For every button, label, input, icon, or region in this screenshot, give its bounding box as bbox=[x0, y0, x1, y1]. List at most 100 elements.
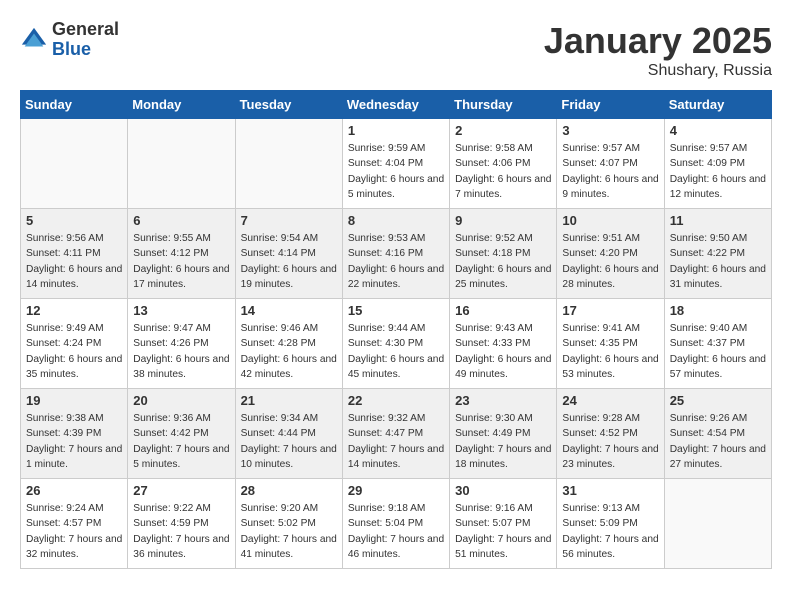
day-number: 4 bbox=[670, 123, 766, 138]
day-info: Sunrise: 9:30 AM Sunset: 4:49 PM Dayligh… bbox=[455, 411, 551, 472]
day-cell: 7 Sunrise: 9:54 AM Sunset: 4:14 PM Daylig… bbox=[235, 209, 342, 299]
day-info: Sunrise: 9:50 AM Sunset: 4:22 PM Dayligh… bbox=[670, 231, 766, 292]
day-cell: 12 Sunrise: 9:49 AM Sunset: 4:24 PM Dayli… bbox=[21, 299, 128, 389]
day-header-tuesday: Tuesday bbox=[235, 91, 342, 119]
calendar-table: SundayMondayTuesdayWednesdayThursdayFrid… bbox=[20, 90, 772, 569]
day-info: Sunrise: 9:52 AM Sunset: 4:18 PM Dayligh… bbox=[455, 231, 551, 292]
day-number: 5 bbox=[26, 213, 122, 228]
day-cell: 10 Sunrise: 9:51 AM Sunset: 4:20 PM Dayli… bbox=[557, 209, 664, 299]
day-info: Sunrise: 9:36 AM Sunset: 4:42 PM Dayligh… bbox=[133, 411, 229, 472]
logo: General Blue bbox=[20, 20, 119, 60]
day-cell: 29Sunrise: 9:18 AM Sunset: 5:04 PM Dayli… bbox=[342, 479, 449, 569]
day-cell bbox=[128, 119, 235, 209]
day-cell: 31 Sunrise: 9:13 AM Sunset: 5:09 PM Dayli… bbox=[557, 479, 664, 569]
day-number: 8 bbox=[348, 213, 444, 228]
day-info: Sunrise: 9:51 AM Sunset: 4:20 PM Dayligh… bbox=[562, 231, 658, 292]
day-info: Sunrise: 9:49 AM Sunset: 4:24 PM Dayligh… bbox=[26, 321, 122, 382]
day-number: 31 bbox=[562, 483, 658, 498]
day-number: 3 bbox=[562, 123, 658, 138]
day-cell bbox=[21, 119, 128, 209]
day-number: 25 bbox=[670, 393, 766, 408]
logo-general: General bbox=[52, 19, 119, 39]
day-cell: 5 Sunrise: 9:56 AM Sunset: 4:11 PM Daylig… bbox=[21, 209, 128, 299]
day-number: 9 bbox=[455, 213, 551, 228]
day-number: 28 bbox=[241, 483, 337, 498]
day-cell: 19Sunrise: 9:38 AM Sunset: 4:39 PM Dayli… bbox=[21, 389, 128, 479]
day-cell: 24Sunrise: 9:28 AM Sunset: 4:52 PM Dayli… bbox=[557, 389, 664, 479]
day-cell: 17 Sunrise: 9:41 AM Sunset: 4:35 PM Dayli… bbox=[557, 299, 664, 389]
day-header-sunday: Sunday bbox=[21, 91, 128, 119]
week-row-2: 5 Sunrise: 9:56 AM Sunset: 4:11 PM Daylig… bbox=[21, 209, 772, 299]
day-info: Sunrise: 9:54 AM Sunset: 4:14 PM Dayligh… bbox=[241, 231, 337, 292]
day-info: Sunrise: 9:57 AM Sunset: 4:07 PM Dayligh… bbox=[562, 141, 658, 202]
day-info: Sunrise: 9:46 AM Sunset: 4:28 PM Dayligh… bbox=[241, 321, 337, 382]
day-header-monday: Monday bbox=[128, 91, 235, 119]
day-cell: 1 Sunrise: 9:59 AM Sunset: 4:04 PM Daylig… bbox=[342, 119, 449, 209]
day-info: Sunrise: 9:59 AM Sunset: 4:04 PM Dayligh… bbox=[348, 141, 444, 202]
day-info: Sunrise: 9:16 AM Sunset: 5:07 PM Dayligh… bbox=[455, 501, 551, 562]
day-cell: 4Sunrise: 9:57 AM Sunset: 4:09 PM Daylig… bbox=[664, 119, 771, 209]
day-number: 30 bbox=[455, 483, 551, 498]
day-number: 26 bbox=[26, 483, 122, 498]
day-info: Sunrise: 9:53 AM Sunset: 4:16 PM Dayligh… bbox=[348, 231, 444, 292]
month-title: January 2025 bbox=[544, 20, 772, 62]
day-header-wednesday: Wednesday bbox=[342, 91, 449, 119]
day-cell bbox=[235, 119, 342, 209]
day-cell: 11 Sunrise: 9:50 AM Sunset: 4:22 PM Dayli… bbox=[664, 209, 771, 299]
day-number: 27 bbox=[133, 483, 229, 498]
day-cell: 14Sunrise: 9:46 AM Sunset: 4:28 PM Dayli… bbox=[235, 299, 342, 389]
day-header-saturday: Saturday bbox=[664, 91, 771, 119]
day-header-thursday: Thursday bbox=[450, 91, 557, 119]
day-number: 16 bbox=[455, 303, 551, 318]
day-number: 11 bbox=[670, 213, 766, 228]
title-block: January 2025 Shushary, Russia bbox=[544, 20, 772, 80]
day-cell: 30 Sunrise: 9:16 AM Sunset: 5:07 PM Dayli… bbox=[450, 479, 557, 569]
day-info: Sunrise: 9:26 AM Sunset: 4:54 PM Dayligh… bbox=[670, 411, 766, 472]
day-cell: 6Sunrise: 9:55 AM Sunset: 4:12 PM Daylig… bbox=[128, 209, 235, 299]
day-cell: 3 Sunrise: 9:57 AM Sunset: 4:07 PM Daylig… bbox=[557, 119, 664, 209]
day-cell: 13 Sunrise: 9:47 AM Sunset: 4:26 PM Dayli… bbox=[128, 299, 235, 389]
day-header-friday: Friday bbox=[557, 91, 664, 119]
day-info: Sunrise: 9:24 AM Sunset: 4:57 PM Dayligh… bbox=[26, 501, 122, 562]
day-number: 22 bbox=[348, 393, 444, 408]
day-info: Sunrise: 9:34 AM Sunset: 4:44 PM Dayligh… bbox=[241, 411, 337, 472]
day-cell: 8 Sunrise: 9:53 AM Sunset: 4:16 PM Daylig… bbox=[342, 209, 449, 299]
day-info: Sunrise: 9:47 AM Sunset: 4:26 PM Dayligh… bbox=[133, 321, 229, 382]
day-info: Sunrise: 9:41 AM Sunset: 4:35 PM Dayligh… bbox=[562, 321, 658, 382]
day-info: Sunrise: 9:44 AM Sunset: 4:30 PM Dayligh… bbox=[348, 321, 444, 382]
day-number: 7 bbox=[241, 213, 337, 228]
day-info: Sunrise: 9:20 AM Sunset: 5:02 PM Dayligh… bbox=[241, 501, 337, 562]
day-info: Sunrise: 9:32 AM Sunset: 4:47 PM Dayligh… bbox=[348, 411, 444, 472]
day-number: 21 bbox=[241, 393, 337, 408]
day-number: 17 bbox=[562, 303, 658, 318]
day-number: 15 bbox=[348, 303, 444, 318]
day-info: Sunrise: 9:28 AM Sunset: 4:52 PM Dayligh… bbox=[562, 411, 658, 472]
day-cell: 22 Sunrise: 9:32 AM Sunset: 4:47 PM Dayli… bbox=[342, 389, 449, 479]
day-cell: 16Sunrise: 9:43 AM Sunset: 4:33 PM Dayli… bbox=[450, 299, 557, 389]
logo-icon bbox=[20, 26, 48, 54]
day-cell: 15 Sunrise: 9:44 AM Sunset: 4:30 PM Dayli… bbox=[342, 299, 449, 389]
header-row: SundayMondayTuesdayWednesdayThursdayFrid… bbox=[21, 91, 772, 119]
day-number: 29 bbox=[348, 483, 444, 498]
day-number: 12 bbox=[26, 303, 122, 318]
day-number: 18 bbox=[670, 303, 766, 318]
day-cell: 18Sunrise: 9:40 AM Sunset: 4:37 PM Dayli… bbox=[664, 299, 771, 389]
day-cell: 27 Sunrise: 9:22 AM Sunset: 4:59 PM Dayli… bbox=[128, 479, 235, 569]
day-cell: 20Sunrise: 9:36 AM Sunset: 4:42 PM Dayli… bbox=[128, 389, 235, 479]
day-info: Sunrise: 9:22 AM Sunset: 4:59 PM Dayligh… bbox=[133, 501, 229, 562]
location: Shushary, Russia bbox=[544, 62, 772, 80]
day-info: Sunrise: 9:58 AM Sunset: 4:06 PM Dayligh… bbox=[455, 141, 551, 202]
day-info: Sunrise: 9:13 AM Sunset: 5:09 PM Dayligh… bbox=[562, 501, 658, 562]
week-row-1: 1 Sunrise: 9:59 AM Sunset: 4:04 PM Daylig… bbox=[21, 119, 772, 209]
week-row-4: 19Sunrise: 9:38 AM Sunset: 4:39 PM Dayli… bbox=[21, 389, 772, 479]
day-number: 6 bbox=[133, 213, 229, 228]
day-info: Sunrise: 9:56 AM Sunset: 4:11 PM Dayligh… bbox=[26, 231, 122, 292]
day-cell: 25 Sunrise: 9:26 AM Sunset: 4:54 PM Dayli… bbox=[664, 389, 771, 479]
day-info: Sunrise: 9:38 AM Sunset: 4:39 PM Dayligh… bbox=[26, 411, 122, 472]
day-number: 1 bbox=[348, 123, 444, 138]
day-cell: 9 Sunrise: 9:52 AM Sunset: 4:18 PM Daylig… bbox=[450, 209, 557, 299]
day-number: 10 bbox=[562, 213, 658, 228]
day-number: 23 bbox=[455, 393, 551, 408]
day-number: 13 bbox=[133, 303, 229, 318]
day-cell: 28 Sunrise: 9:20 AM Sunset: 5:02 PM Dayli… bbox=[235, 479, 342, 569]
